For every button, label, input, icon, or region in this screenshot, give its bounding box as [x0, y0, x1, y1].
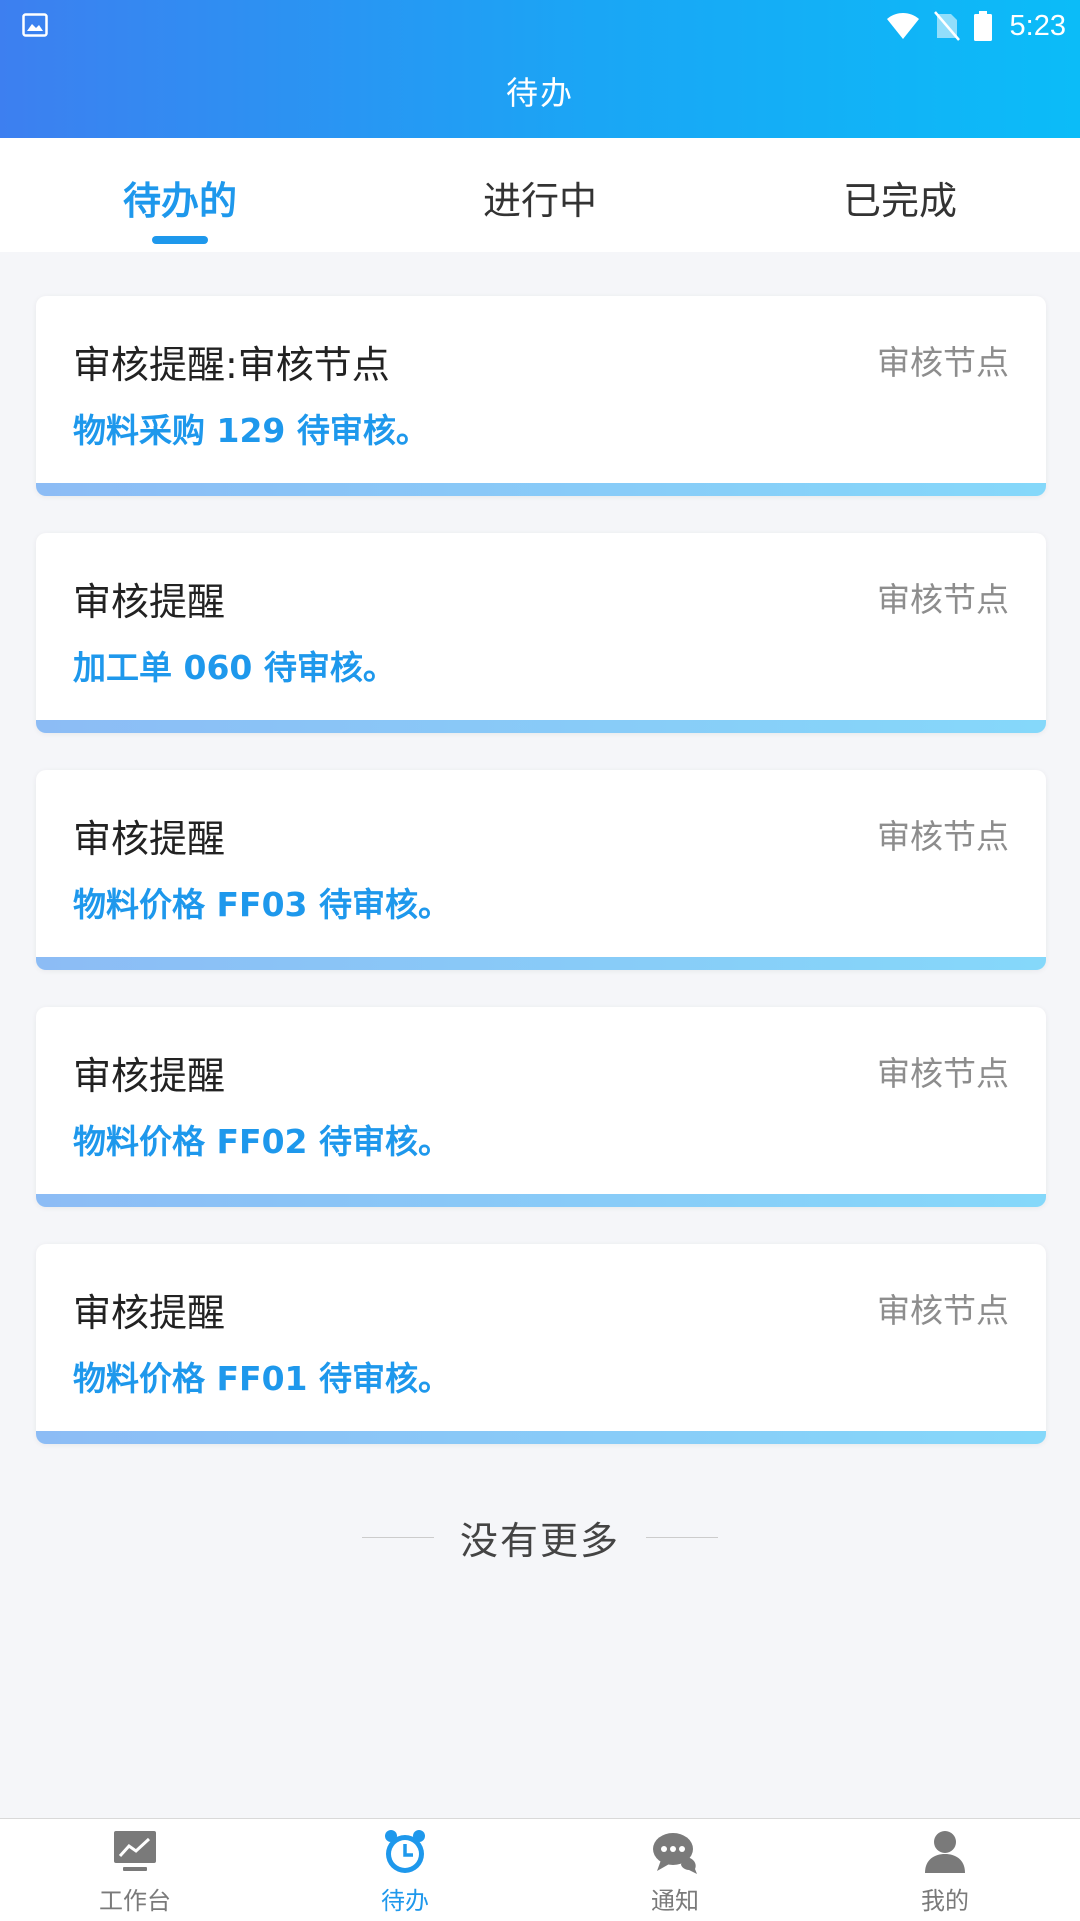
nav-notifications[interactable]: 通知 — [540, 1819, 810, 1921]
alarm-clock-icon — [385, 1830, 425, 1873]
card-description: 物料采购 129 待审核。 — [73, 411, 429, 450]
card-description: 物料价格 FF01 待审核。 — [73, 1359, 451, 1398]
divider-left — [361, 1536, 434, 1538]
nav-label: 待办 — [381, 1887, 429, 1915]
bottom-navigation: 工作台 待办 通知 我的 — [0, 1818, 1080, 1921]
card-accent-bar — [36, 957, 1046, 970]
tab-bar: 待办的 进行中 已完成 — [0, 138, 1080, 252]
no-sim-icon — [933, 11, 960, 41]
card-node-tag: 审核节点 — [877, 1291, 1009, 1330]
tab-label: 已完成 — [842, 179, 957, 223]
status-bar: 5:23 — [0, 0, 1080, 52]
todo-card[interactable]: 审核提醒 审核节点 加工单 060 待审核。 — [36, 533, 1046, 733]
nav-workbench[interactable]: 工作台 — [0, 1819, 270, 1921]
app-header: 5:23 待办 — [0, 0, 1080, 138]
todo-card[interactable]: 审核提醒:审核节点 审核节点 物料采购 129 待审核。 — [36, 296, 1046, 496]
end-of-list: 没有更多 — [0, 1512, 1080, 1563]
card-node-tag: 审核节点 — [877, 1054, 1009, 1093]
image-notification-icon — [22, 13, 48, 37]
nav-profile[interactable]: 我的 — [810, 1819, 1080, 1921]
card-accent-bar — [36, 720, 1046, 733]
tab-label: 待办的 — [122, 179, 237, 223]
card-accent-bar — [36, 1194, 1046, 1207]
card-title: 审核提醒 — [73, 817, 226, 861]
tab-label: 进行中 — [482, 179, 597, 223]
todo-card[interactable]: 审核提醒 审核节点 物料价格 FF02 待审核。 — [36, 1007, 1046, 1207]
card-title: 审核提醒 — [73, 1291, 226, 1335]
person-icon — [925, 1831, 965, 1873]
card-node-tag: 审核节点 — [877, 343, 1009, 382]
card-title: 审核提醒 — [73, 580, 226, 624]
todo-list: 审核提醒:审核节点 审核节点 物料采购 129 待审核。 审核提醒 审核节点 加… — [36, 296, 1046, 1481]
tab-pending[interactable]: 待办的 — [0, 138, 360, 252]
workbench-icon — [114, 1831, 156, 1871]
nav-label: 工作台 — [99, 1887, 171, 1915]
no-more-text: 没有更多 — [459, 1518, 620, 1563]
card-title: 审核提醒 — [73, 1054, 226, 1098]
tab-in-progress[interactable]: 进行中 — [360, 138, 720, 252]
chat-bubble-icon — [653, 1833, 697, 1874]
todo-card[interactable]: 审核提醒 审核节点 物料价格 FF01 待审核。 — [36, 1244, 1046, 1444]
card-node-tag: 审核节点 — [877, 817, 1009, 856]
card-accent-bar — [36, 483, 1046, 496]
nav-label: 我的 — [921, 1887, 969, 1915]
page-title: 待办 — [505, 74, 574, 112]
status-time: 5:23 — [1009, 9, 1066, 42]
wifi-icon — [886, 13, 919, 39]
nav-todo[interactable]: 待办 — [270, 1819, 540, 1921]
card-node-tag: 审核节点 — [877, 580, 1009, 619]
card-title: 审核提醒:审核节点 — [73, 343, 390, 387]
card-description: 物料价格 FF03 待审核。 — [73, 885, 451, 924]
todo-card[interactable]: 审核提醒 审核节点 物料价格 FF03 待审核。 — [36, 770, 1046, 970]
nav-label: 通知 — [651, 1887, 699, 1915]
divider-right — [646, 1536, 718, 1538]
card-description: 加工单 060 待审核。 — [73, 648, 396, 687]
active-tab-indicator — [152, 236, 208, 244]
card-description: 物料价格 FF02 待审核。 — [73, 1122, 451, 1161]
card-accent-bar — [36, 1431, 1046, 1444]
battery-icon — [973, 11, 992, 41]
tab-completed[interactable]: 已完成 — [720, 138, 1080, 252]
